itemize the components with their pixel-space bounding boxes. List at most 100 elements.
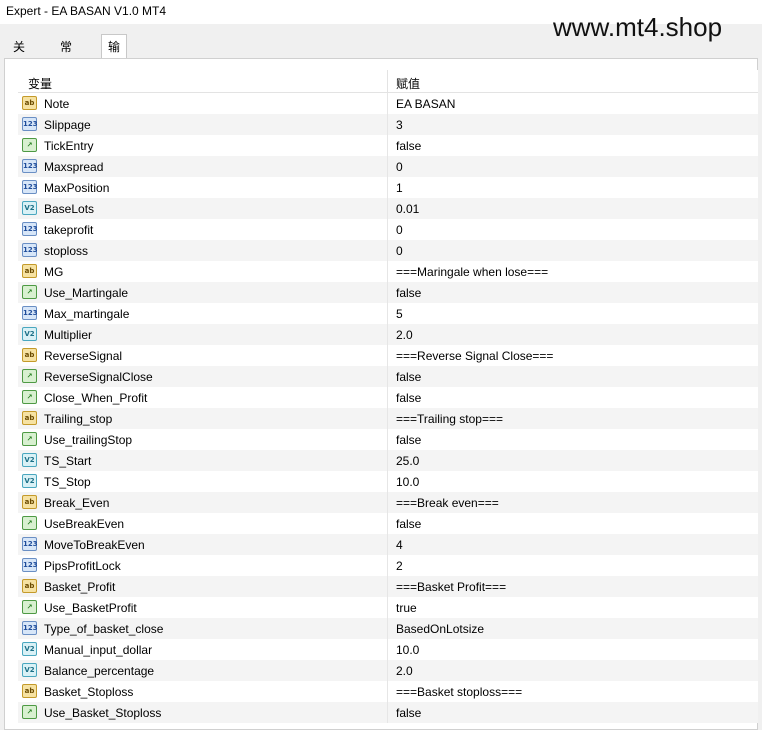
parameter-name: Use_Martingale xyxy=(44,286,129,300)
parameter-value[interactable]: BasedOnLotsize xyxy=(396,622,484,636)
column-divider xyxy=(387,114,388,135)
parameter-name: Use_Basket_Stoploss xyxy=(44,706,162,720)
table-row[interactable]: 123 Max_martingale 5 xyxy=(18,303,758,324)
tab-common[interactable]: 常用 xyxy=(54,36,78,76)
table-row[interactable]: ab Basket_Profit ===Basket Profit=== xyxy=(18,576,758,597)
parameter-name: Slippage xyxy=(44,118,91,132)
string-type-icon: ab xyxy=(22,579,37,593)
table-row[interactable]: V2 Manual_input_dollar 10.0 xyxy=(18,639,758,660)
table-row[interactable]: ↗ Use_BasketProfit true xyxy=(18,597,758,618)
table-row[interactable]: ab Break_Even ===Break even=== xyxy=(18,492,758,513)
table-row[interactable]: V2 TS_Start 25.0 xyxy=(18,450,758,471)
parameter-value[interactable]: ===Trailing stop=== xyxy=(396,412,503,426)
parameter-name: MaxPosition xyxy=(44,181,110,195)
parameter-value[interactable]: 0 xyxy=(396,244,403,258)
table-row[interactable]: 123 Slippage 3 xyxy=(18,114,758,135)
table-row[interactable]: V2 TS_Stop 10.0 xyxy=(18,471,758,492)
parameter-name: MG xyxy=(44,265,64,279)
int-type-icon: 123 xyxy=(22,558,38,572)
parameter-value[interactable]: ===Maringale when lose=== xyxy=(396,265,548,279)
double-type-icon: V2 xyxy=(22,642,37,656)
bool-type-icon: ↗ xyxy=(22,432,37,446)
table-row[interactable]: V2 BaseLots 0.01 xyxy=(18,198,758,219)
table-row[interactable]: ab MG ===Maringale when lose=== xyxy=(18,261,758,282)
parameter-value[interactable]: false xyxy=(396,391,421,405)
table-row[interactable]: 123 MaxPosition 1 xyxy=(18,177,758,198)
parameter-name: Balance_percentage xyxy=(44,664,155,678)
column-divider xyxy=(387,660,388,681)
parameter-value[interactable]: ===Basket Profit=== xyxy=(396,580,506,594)
table-row[interactable]: ab ReverseSignal ===Reverse Signal Close==… xyxy=(18,345,758,366)
table-row[interactable]: 123 Maxspread 0 xyxy=(18,156,758,177)
tab-inputs[interactable]: 输入参数 xyxy=(101,34,128,126)
table-body: ab Note EA BASAN 123 Slippage 3 ↗ TickEntry fals… xyxy=(18,93,758,723)
column-divider xyxy=(387,429,388,450)
table-row[interactable]: V2 Balance_percentage 2.0 xyxy=(18,660,758,681)
table-row[interactable]: ↗ TickEntry false xyxy=(18,135,758,156)
table-row[interactable]: ↗ Use_Basket_Stoploss false xyxy=(18,702,758,723)
header-variable[interactable]: 变量 xyxy=(28,75,52,92)
parameter-value[interactable]: 2.0 xyxy=(396,664,413,678)
string-type-icon: ab xyxy=(22,495,37,509)
parameter-value[interactable]: 3 xyxy=(396,118,403,132)
parameter-value[interactable]: 5 xyxy=(396,307,403,321)
parameter-name: UseBreakEven xyxy=(44,517,125,531)
table-row[interactable]: ab Basket_Stoploss ===Basket stoploss=== xyxy=(18,681,758,702)
table-row[interactable]: ab Trailing_stop ===Trailing stop=== xyxy=(18,408,758,429)
parameter-value[interactable]: 0.01 xyxy=(396,202,419,216)
parameter-name: ReverseSignal xyxy=(44,349,123,363)
parameter-value[interactable]: 10.0 xyxy=(396,475,419,489)
table-row[interactable]: 123 takeprofit 0 xyxy=(18,219,758,240)
parameter-value[interactable]: ===Break even=== xyxy=(396,496,499,510)
column-divider xyxy=(387,681,388,702)
int-type-icon: 123 xyxy=(22,222,38,236)
int-type-icon: 123 xyxy=(22,159,38,173)
parameter-value[interactable]: 2.0 xyxy=(396,328,413,342)
table-row[interactable]: ↗ Use_Martingale false xyxy=(18,282,758,303)
table-row[interactable]: ab Note EA BASAN xyxy=(18,93,758,114)
column-divider xyxy=(387,135,388,156)
table-row[interactable]: ↗ ReverseSignalClose false xyxy=(18,366,758,387)
parameter-value[interactable]: 10.0 xyxy=(396,643,419,657)
parameter-value[interactable]: false xyxy=(396,370,421,384)
table-header: 变量 赋值 xyxy=(18,70,758,93)
bool-type-icon: ↗ xyxy=(22,369,37,383)
parameter-value[interactable]: 25.0 xyxy=(396,454,419,468)
parameter-value[interactable]: false xyxy=(396,433,421,447)
table-row[interactable]: 123 PipsProfitLock 2 xyxy=(18,555,758,576)
parameter-name: Type_of_basket_close xyxy=(44,622,164,636)
parameter-name: Manual_input_dollar xyxy=(44,643,153,657)
table-row[interactable]: ↗ Use_trailingStop false xyxy=(18,429,758,450)
int-type-icon: 123 xyxy=(22,180,38,194)
parameter-value[interactable]: ===Reverse Signal Close=== xyxy=(396,349,553,363)
table-row[interactable]: 123 stoploss 0 xyxy=(18,240,758,261)
column-divider[interactable] xyxy=(387,70,388,92)
column-divider xyxy=(387,450,388,471)
parameter-value[interactable]: false xyxy=(396,706,421,720)
parameter-value[interactable]: 0 xyxy=(396,223,403,237)
column-divider xyxy=(387,702,388,723)
parameter-value[interactable]: false xyxy=(396,139,421,153)
parameter-value[interactable]: 0 xyxy=(396,160,403,174)
parameter-value[interactable]: false xyxy=(396,286,421,300)
parameter-value[interactable]: 2 xyxy=(396,559,403,573)
parameter-value[interactable]: 1 xyxy=(396,181,403,195)
parameter-value[interactable]: false xyxy=(396,517,421,531)
table-row[interactable]: ↗ Close_When_Profit false xyxy=(18,387,758,408)
column-divider xyxy=(387,198,388,219)
header-value[interactable]: 赋值 xyxy=(396,75,420,92)
parameter-value[interactable]: ===Basket stoploss=== xyxy=(396,685,522,699)
parameter-name: BaseLots xyxy=(44,202,95,216)
int-type-icon: 123 xyxy=(22,621,38,635)
parameter-value[interactable]: EA BASAN xyxy=(396,97,455,111)
table-row[interactable]: 123 Type_of_basket_close BasedOnLotsize xyxy=(18,618,758,639)
parameter-name: Multiplier xyxy=(44,328,93,342)
table-row[interactable]: ↗ UseBreakEven false xyxy=(18,513,758,534)
tab-about[interactable]: 关于 xyxy=(7,36,31,76)
parameter-value[interactable]: true xyxy=(396,601,417,615)
table-row[interactable]: 123 MoveToBreakEven 4 xyxy=(18,534,758,555)
table-row[interactable]: V2 Multiplier 2.0 xyxy=(18,324,758,345)
parameter-value[interactable]: 4 xyxy=(396,538,403,552)
parameter-name: Use_trailingStop xyxy=(44,433,133,447)
column-divider xyxy=(387,618,388,639)
